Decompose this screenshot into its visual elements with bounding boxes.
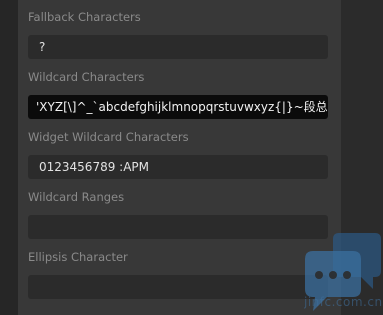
- fallback-characters-label: Fallback Characters: [28, 10, 141, 24]
- watermark-text: jinfc.com.cn: [304, 295, 383, 309]
- left-scroll-rail: [0, 0, 18, 315]
- wildcard-ranges-label: Wildcard Ranges: [28, 190, 125, 204]
- ellipsis-character-label: Ellipsis Character: [28, 250, 128, 264]
- wildcard-ranges-input[interactable]: [28, 215, 328, 239]
- fallback-characters-input[interactable]: ?: [28, 35, 328, 59]
- wildcard-characters-input[interactable]: 'XYZ[\]^_`abcdefghijklmnopqrstuvwxyz{|}~…: [28, 95, 328, 119]
- wildcard-characters-label: Wildcard Characters: [28, 70, 145, 84]
- ellipsis-character-input[interactable]: [28, 275, 328, 299]
- widget-wildcard-characters-label: Widget Wildcard Characters: [28, 130, 189, 144]
- widget-wildcard-characters-input[interactable]: 0123456789 :APM: [28, 155, 328, 179]
